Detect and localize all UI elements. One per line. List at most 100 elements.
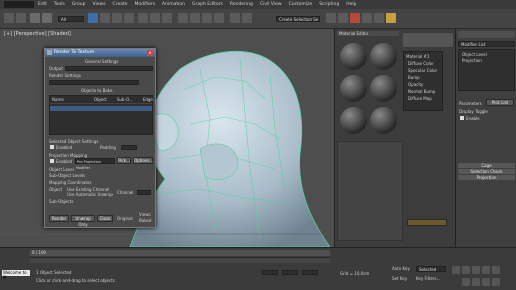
- menu-views[interactable]: Views: [93, 2, 106, 7]
- render-setup-icon[interactable]: [362, 13, 372, 23]
- spinner-snap-icon[interactable]: [214, 13, 224, 23]
- unlink-icon[interactable]: [42, 13, 52, 23]
- render-frame-window-icon[interactable]: [374, 13, 384, 23]
- go-to-start-icon[interactable]: [452, 266, 460, 274]
- close-icon[interactable]: ×: [147, 50, 153, 56]
- material-editor-icon[interactable]: [350, 13, 360, 23]
- pan-icon[interactable]: [472, 278, 480, 286]
- modifier-list-dropdown[interactable]: Modifier List: [458, 41, 515, 47]
- rollout-cage[interactable]: Cage: [458, 163, 515, 168]
- nav-item[interactable]: Diffuse Color: [408, 61, 434, 66]
- menu-customize[interactable]: Customize: [289, 2, 313, 7]
- close-button[interactable]: Close: [97, 215, 113, 222]
- pick-button[interactable]: Pick...: [117, 157, 131, 164]
- rectangular-selection-icon[interactable]: [112, 13, 122, 23]
- col-edge[interactable]: Edge: [143, 97, 153, 102]
- unwrap-selection-button[interactable]: [407, 219, 447, 226]
- schematic-view-icon[interactable]: [338, 13, 348, 23]
- enabled-checkbox[interactable]: [50, 145, 54, 149]
- projection-enabled-checkbox[interactable]: [50, 159, 54, 163]
- selection-filter[interactable]: All: [58, 16, 84, 22]
- y-coordinate-field[interactable]: [282, 270, 298, 275]
- render-preset-dropdown[interactable]: [49, 80, 139, 85]
- objects-to-bake-header[interactable]: Objects to Bake: [81, 88, 113, 93]
- maxscript-listener[interactable]: Welcome to M: [2, 270, 30, 280]
- baked-option[interactable]: Baked: [139, 218, 151, 223]
- nav-item[interactable]: Normal Bump: [408, 89, 435, 94]
- channel-field[interactable]: [137, 190, 151, 195]
- nav-item[interactable]: Specular Color: [408, 68, 437, 73]
- nav-item[interactable]: Diffuse Map: [408, 96, 432, 101]
- render-production-icon[interactable]: [386, 13, 396, 23]
- dialog-title[interactable]: Render To Texture: [45, 49, 155, 57]
- scale-icon[interactable]: [162, 13, 172, 23]
- rotate-icon[interactable]: [150, 13, 160, 23]
- menu-graph-editors[interactable]: Graph Editors: [192, 2, 223, 7]
- play-icon[interactable]: [472, 266, 480, 274]
- zoom-icon[interactable]: [462, 278, 470, 286]
- pick-list-button[interactable]: Pick List: [486, 99, 514, 106]
- select-object-icon[interactable]: [88, 13, 98, 23]
- mirror-icon[interactable]: [230, 13, 240, 23]
- use-automatic-unwrap-option[interactable]: Use Automatic Unwrap: [67, 192, 113, 197]
- menu-edit[interactable]: Edit: [38, 2, 47, 7]
- z-coordinate-field[interactable]: [302, 270, 318, 275]
- material-slot-2[interactable]: [370, 43, 397, 70]
- rollout-projection[interactable]: Projection: [458, 175, 515, 180]
- unwrap-only-button[interactable]: Unwrap Only: [71, 215, 95, 227]
- move-icon[interactable]: [138, 13, 148, 23]
- menu-animation[interactable]: Animation: [162, 2, 185, 7]
- general-settings-header[interactable]: General Settings: [85, 59, 118, 64]
- projection-modifier-dropdown[interactable]: Pro Projection Modifier: [75, 158, 115, 170]
- teapot-preview-icon[interactable]: [403, 33, 453, 47]
- padding-field[interactable]: [121, 145, 137, 150]
- auto-key-label[interactable]: Auto Key: [392, 266, 410, 271]
- key-filters-button[interactable]: Key Filters...: [416, 276, 440, 281]
- menu-help[interactable]: Help: [346, 2, 356, 7]
- curve-editor-icon[interactable]: [326, 13, 336, 23]
- col-name[interactable]: Name: [52, 97, 64, 102]
- next-frame-icon[interactable]: [482, 266, 490, 274]
- maximize-viewport-icon[interactable]: [492, 278, 500, 286]
- menu-group[interactable]: Group: [72, 2, 86, 7]
- track-bar[interactable]: [30, 257, 330, 263]
- orbit-icon[interactable]: [482, 278, 490, 286]
- command-panel-tabs[interactable]: [458, 31, 515, 38]
- menu-modifiers[interactable]: Modifiers: [135, 2, 156, 7]
- redo-icon[interactable]: [16, 13, 26, 23]
- menu-tools[interactable]: Tools: [54, 2, 65, 7]
- nav-item[interactable]: Bump: [408, 75, 420, 80]
- previous-frame-icon[interactable]: [462, 266, 470, 274]
- key-filter-dropdown[interactable]: Selected: [416, 266, 446, 272]
- menu-create[interactable]: Create: [113, 2, 128, 7]
- enable-checkbox[interactable]: [460, 116, 464, 120]
- undo-icon[interactable]: [4, 13, 14, 23]
- material-editor-title[interactable]: Material Editor: [337, 31, 399, 36]
- path-field[interactable]: [65, 66, 153, 71]
- material-slot-1[interactable]: [340, 43, 367, 70]
- options-button[interactable]: Options...: [133, 157, 153, 164]
- material-slot-6[interactable]: [370, 107, 397, 134]
- named-selection-set[interactable]: Create Selection Se: [276, 16, 320, 22]
- x-coordinate-field[interactable]: [262, 270, 278, 275]
- col-object[interactable]: Object: [94, 97, 107, 102]
- go-to-end-icon[interactable]: [492, 266, 500, 274]
- material-slot-4[interactable]: [370, 75, 397, 102]
- angle-snap-icon[interactable]: [190, 13, 200, 23]
- render-button[interactable]: Render: [49, 215, 69, 222]
- stack-item[interactable]: Object Level: [462, 52, 487, 57]
- rollout-selection-check[interactable]: Selection Check: [458, 169, 515, 174]
- nav-item[interactable]: Material #1: [406, 54, 429, 59]
- set-key-label[interactable]: Set Key: [392, 276, 407, 281]
- col-subobj[interactable]: Sub-O...: [117, 97, 133, 102]
- menu-rendering[interactable]: Rendering: [230, 2, 253, 7]
- time-slider[interactable]: 0 / 100: [30, 250, 330, 256]
- stack-item[interactable]: Projection: [462, 58, 482, 63]
- original-option[interactable]: Original: [117, 216, 133, 221]
- link-icon[interactable]: [30, 13, 40, 23]
- nav-item[interactable]: Opacity: [408, 82, 423, 87]
- table-row[interactable]: [50, 106, 152, 111]
- app-logo[interactable]: [4, 1, 34, 8]
- align-icon[interactable]: [242, 13, 252, 23]
- material-slot-5[interactable]: [340, 107, 367, 134]
